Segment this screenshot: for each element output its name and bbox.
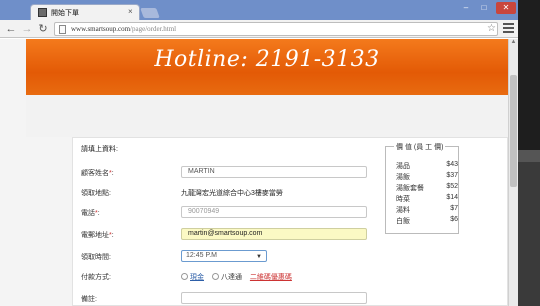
- price-item: 白飯 $6: [396, 216, 458, 225]
- tab-title: 開始下單: [51, 10, 79, 17]
- browser-tab[interactable]: 開始下單 ×: [30, 4, 140, 20]
- background-window-strip: [515, 150, 540, 162]
- pickup-time-select[interactable]: 12:45 P.M ▼: [181, 250, 267, 262]
- browser-window: 開始下單 × – □ ✕ ← → ↻ www.smartsoup.com/pag…: [0, 0, 518, 306]
- tab-close-icon[interactable]: ×: [128, 7, 133, 16]
- pickup-time-value: 12:45 P.M: [186, 252, 218, 259]
- banner-spacer: [26, 95, 508, 137]
- payment-option-octopus[interactable]: 八達通: [211, 272, 242, 282]
- new-tab-button[interactable]: [140, 8, 160, 18]
- phone-input[interactable]: 90070949: [181, 206, 367, 218]
- title-bar: 開始下單 × – □ ✕: [0, 0, 518, 20]
- bookmark-star-icon[interactable]: ☆: [487, 23, 496, 34]
- price-list-legend: 價 值 (員 工 價): [394, 142, 446, 152]
- address-bar[interactable]: www.smartsoup.com/page/order.html ☆: [54, 22, 498, 36]
- price-item: 湯料 $7: [396, 205, 458, 214]
- page-viewport: Hotline: 2191-3133 請填上資料: 顧客姓名*: MARTIN …: [0, 39, 508, 306]
- url-text: www.smartsoup.com/page/order.html: [71, 25, 177, 33]
- payment-label: 付款方式:: [81, 274, 111, 281]
- remarks-label: 備註:: [81, 296, 97, 303]
- phone-label: 電話*:: [81, 210, 100, 217]
- minimize-button[interactable]: –: [458, 2, 474, 14]
- payment-option-cash[interactable]: 現金: [181, 272, 204, 282]
- close-window-button[interactable]: ✕: [496, 2, 516, 14]
- pickup-location-label: 領取地點:: [81, 190, 111, 197]
- name-label: 顧客姓名*:: [81, 170, 114, 177]
- radio-icon[interactable]: [211, 273, 219, 280]
- radio-icon[interactable]: [181, 273, 188, 280]
- price-item: 湯品 $43: [396, 161, 458, 170]
- price-list-box: 價 值 (員 工 價) 湯品 $43 湯飯 $37 湯飯套餐 $52 時菜 $14 湯料…: [385, 142, 459, 234]
- email-input[interactable]: martin@smartsoup.com: [181, 228, 367, 240]
- maximize-button[interactable]: □: [476, 2, 492, 14]
- hotline-text: Hotline: 2191-3133: [154, 47, 380, 72]
- pickup-time-label: 領取時間:: [81, 254, 111, 261]
- pickup-location-value: 九龍灣宏光道綜合中心3樓麥當勞: [181, 190, 283, 197]
- form-section-title: 請填上資料:: [81, 146, 118, 153]
- price-item: 湯飯套餐 $52: [396, 183, 458, 192]
- payment-radio-group: 現金 八達通 二維碼優惠碼: [181, 272, 292, 282]
- reload-icon[interactable]: ↻: [36, 22, 50, 36]
- forward-arrow-icon[interactable]: →: [20, 22, 34, 36]
- qr-promo-link[interactable]: 二維碼優惠碼: [250, 274, 292, 281]
- dropdown-arrow-icon: ▼: [256, 254, 262, 260]
- browser-toolbar: ← → ↻ www.smartsoup.com/page/order.html …: [0, 20, 518, 38]
- scroll-up-icon[interactable]: ▲: [509, 39, 518, 48]
- remarks-input[interactable]: [181, 292, 367, 304]
- price-item: 時菜 $14: [396, 194, 458, 203]
- name-input[interactable]: MARTIN: [181, 166, 367, 178]
- price-item: 湯飯 $37: [396, 172, 458, 181]
- background-window: [515, 150, 540, 306]
- scrollbar-thumb[interactable]: [510, 75, 517, 187]
- email-label: 電郵地址*:: [81, 232, 114, 239]
- page-icon: [59, 25, 66, 34]
- back-arrow-icon[interactable]: ←: [4, 22, 18, 36]
- favicon-icon: [38, 8, 47, 17]
- vertical-scrollbar[interactable]: ▲: [508, 39, 518, 306]
- hotline-banner: Hotline: 2191-3133: [26, 39, 508, 95]
- order-form-card: 請填上資料: 顧客姓名*: MARTIN 領取地點: 九龍灣宏光道綜合中心3樓麥…: [72, 137, 508, 306]
- chrome-menu-icon[interactable]: [503, 23, 514, 35]
